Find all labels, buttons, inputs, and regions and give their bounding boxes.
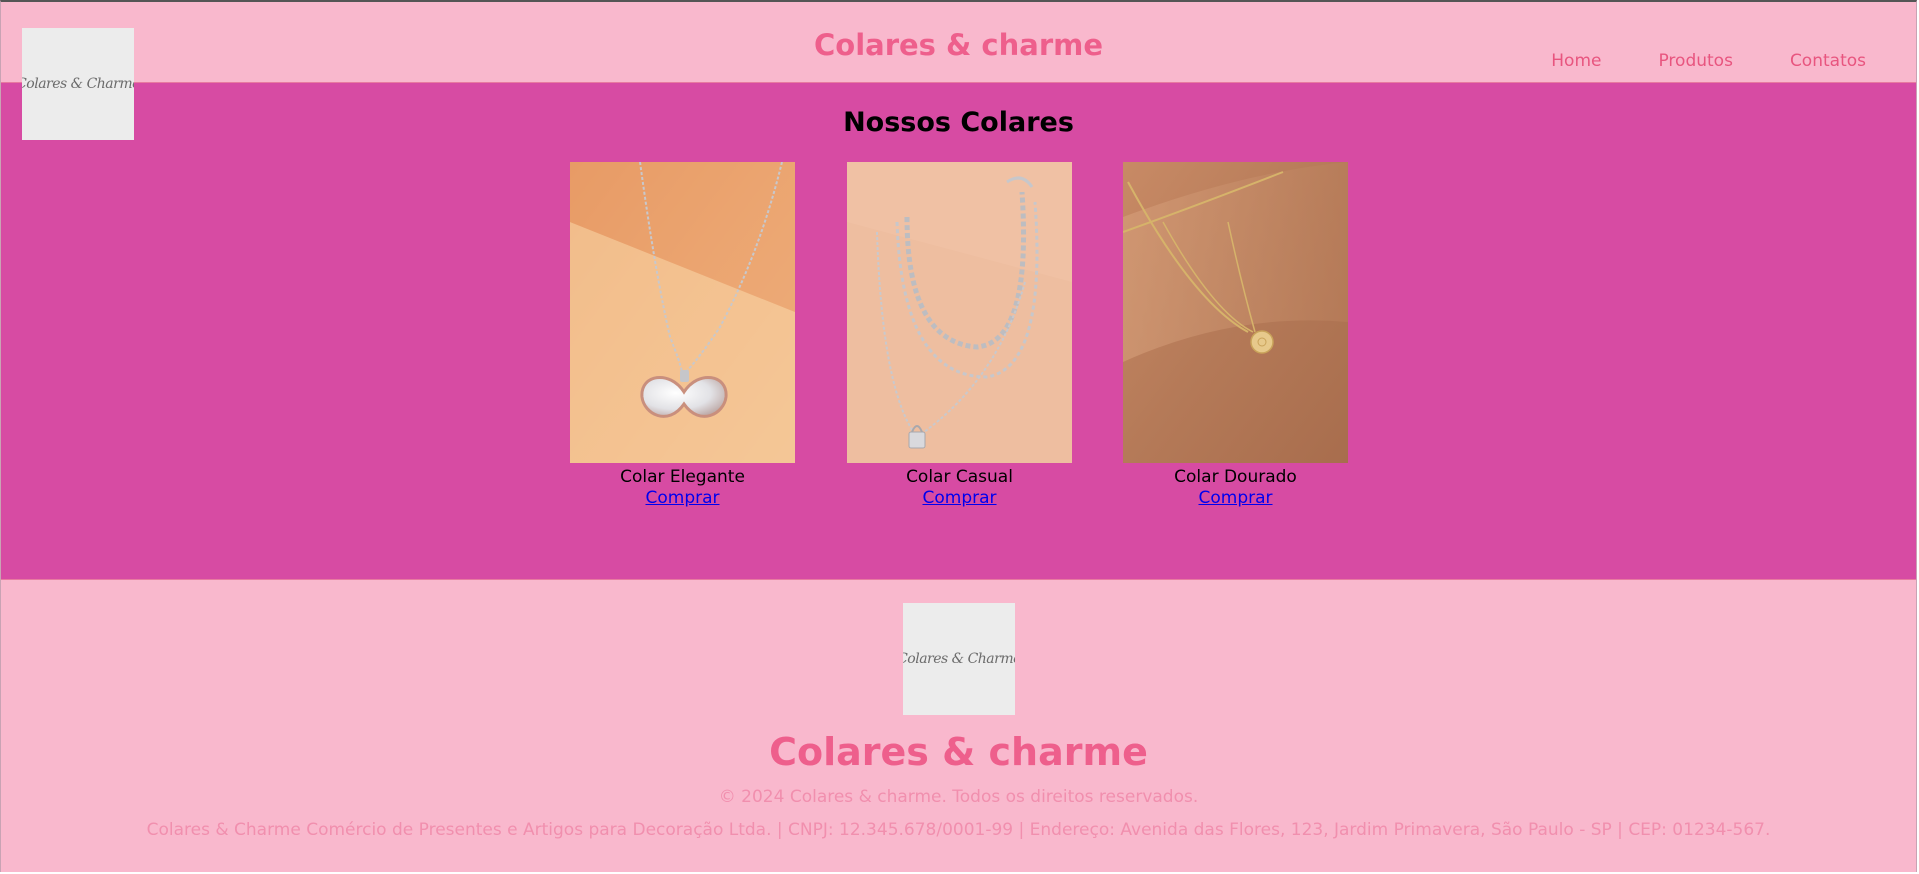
product-image-gold-pendant[interactable] bbox=[1123, 162, 1348, 463]
logo-lettering: Colares & Charme bbox=[903, 651, 1015, 667]
section-heading: Nossos Colares bbox=[843, 107, 1074, 138]
copyright-text: © 2024 Colares & charme. Todos os direit… bbox=[718, 787, 1199, 807]
nav-contatos-link[interactable]: Contatos bbox=[1790, 51, 1866, 71]
footer-title: Colares & charme bbox=[769, 730, 1148, 774]
products-section: Nossos Colares Colar Elegante Comprar Co… bbox=[1, 83, 1916, 580]
product-name: Colar Dourado bbox=[1174, 467, 1297, 487]
product-card: Colar Casual Comprar bbox=[847, 162, 1072, 509]
page: Colares & Charme Colares & charme Home P… bbox=[0, 0, 1917, 872]
product-card: Colar Dourado Comprar bbox=[1123, 162, 1348, 509]
site-header: Colares & Charme Colares & charme Home P… bbox=[1, 2, 1916, 140]
buy-link[interactable]: Comprar bbox=[645, 487, 719, 509]
nav-produtos-link[interactable]: Produtos bbox=[1658, 51, 1732, 71]
buy-link[interactable]: Comprar bbox=[922, 487, 996, 509]
buy-link[interactable]: Comprar bbox=[1198, 487, 1272, 509]
header-logo[interactable]: Colares & Charme bbox=[22, 28, 134, 140]
site-footer: Colares & Charme Colares & charme © 2024… bbox=[1, 580, 1916, 872]
logo-lettering: Colares & Charme bbox=[22, 76, 134, 92]
product-image-heart-locket[interactable] bbox=[570, 162, 795, 463]
footer-logo: Colares & Charme bbox=[903, 603, 1015, 715]
company-legal-info: Colares & Charme Comércio de Presentes e… bbox=[146, 820, 1771, 840]
nav-home-link[interactable]: Home bbox=[1551, 51, 1601, 71]
product-name: Colar Casual bbox=[906, 467, 1013, 487]
product-name: Colar Elegante bbox=[620, 467, 745, 487]
product-card: Colar Elegante Comprar bbox=[570, 162, 795, 509]
main-nav: Home Produtos Contatos bbox=[1494, 51, 1866, 71]
product-image-layered-chain[interactable] bbox=[847, 162, 1072, 463]
